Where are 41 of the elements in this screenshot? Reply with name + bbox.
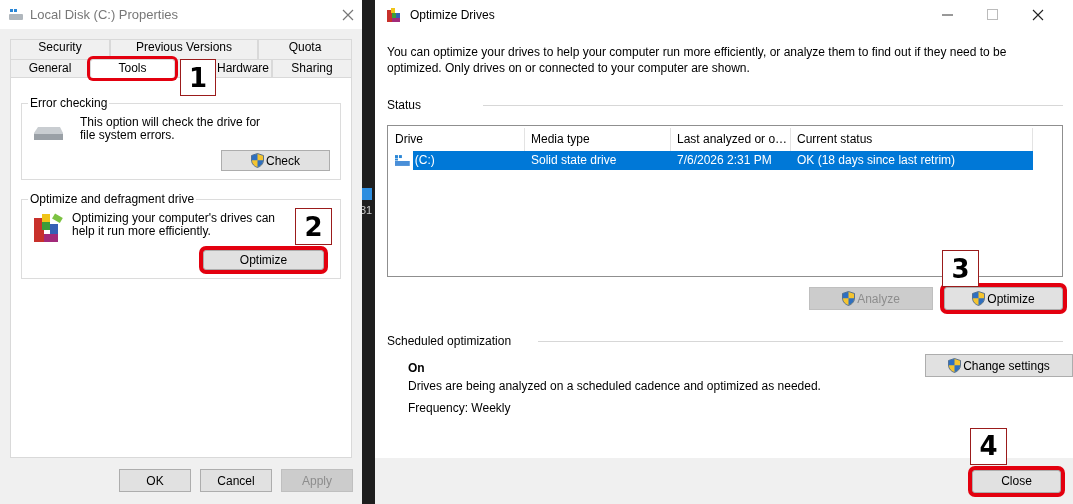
dialog-button[interactable]: Cancel: [200, 469, 272, 492]
defragment-icon: [386, 7, 402, 23]
schedule-state: On: [408, 361, 425, 375]
tab[interactable]: Security: [10, 39, 110, 59]
section-heading: Scheduled optimization: [387, 334, 513, 348]
change-settings-button[interactable]: Change settings: [925, 354, 1073, 377]
window-title: Local Disk (C:) Properties: [30, 7, 180, 22]
frequency-text: Frequency: Weekly: [408, 401, 512, 415]
shield-icon: [251, 153, 264, 168]
check-button[interactable]: Check: [221, 150, 330, 171]
callout-number: 2: [295, 208, 332, 245]
description-text: Optimizing your computer's drives can help it run more efficiently.: [72, 212, 277, 238]
schedule-description: Drives are being analyzed on a scheduled cadence and optimized as needed.: [408, 379, 822, 393]
group-heading: Optimize and defragment drive: [29, 192, 196, 206]
tab[interactable]: General: [10, 59, 90, 77]
close-icon[interactable]: [1032, 9, 1044, 21]
shield-icon: [842, 291, 856, 306]
defragment-icon: [32, 212, 64, 244]
description-text: This option will check the drive for file system errors.: [80, 116, 262, 142]
intro-text: You can optimize your drives to help your computer run more efficiently, or analyze them to find out if they need to be optimized. Only drives on or connected to your computer are shown.: [387, 44, 1008, 76]
tab[interactable]: Quota: [258, 39, 352, 59]
table-cell[interactable]: OK (18 days since last retrim): [791, 151, 1033, 170]
dialog-button[interactable]: OK: [119, 469, 191, 492]
tab[interactable]: Previous Versions: [110, 39, 258, 59]
tab[interactable]: Tools: [90, 59, 175, 78]
drive-icon: [8, 8, 24, 21]
section-heading: Status: [387, 98, 423, 112]
shield-icon: [948, 358, 962, 373]
table-cell[interactable]: (C:): [412, 151, 525, 170]
highlight-bar: [362, 188, 372, 200]
callout-number: 4: [970, 427, 1007, 465]
table-cell[interactable]: 7/6/2026 2:31 PM: [671, 151, 791, 170]
callout-number: 3: [942, 250, 979, 287]
group-heading: Error checking: [29, 96, 109, 110]
drive-icon: [395, 154, 411, 167]
table-cell[interactable]: Solid state drive: [525, 151, 671, 170]
shield-icon: [972, 291, 986, 306]
window-title: Optimize Drives: [410, 8, 496, 22]
drive-icon: [32, 126, 64, 142]
tab[interactable]: Sharing: [272, 59, 352, 77]
callout-number: 1: [180, 59, 216, 96]
